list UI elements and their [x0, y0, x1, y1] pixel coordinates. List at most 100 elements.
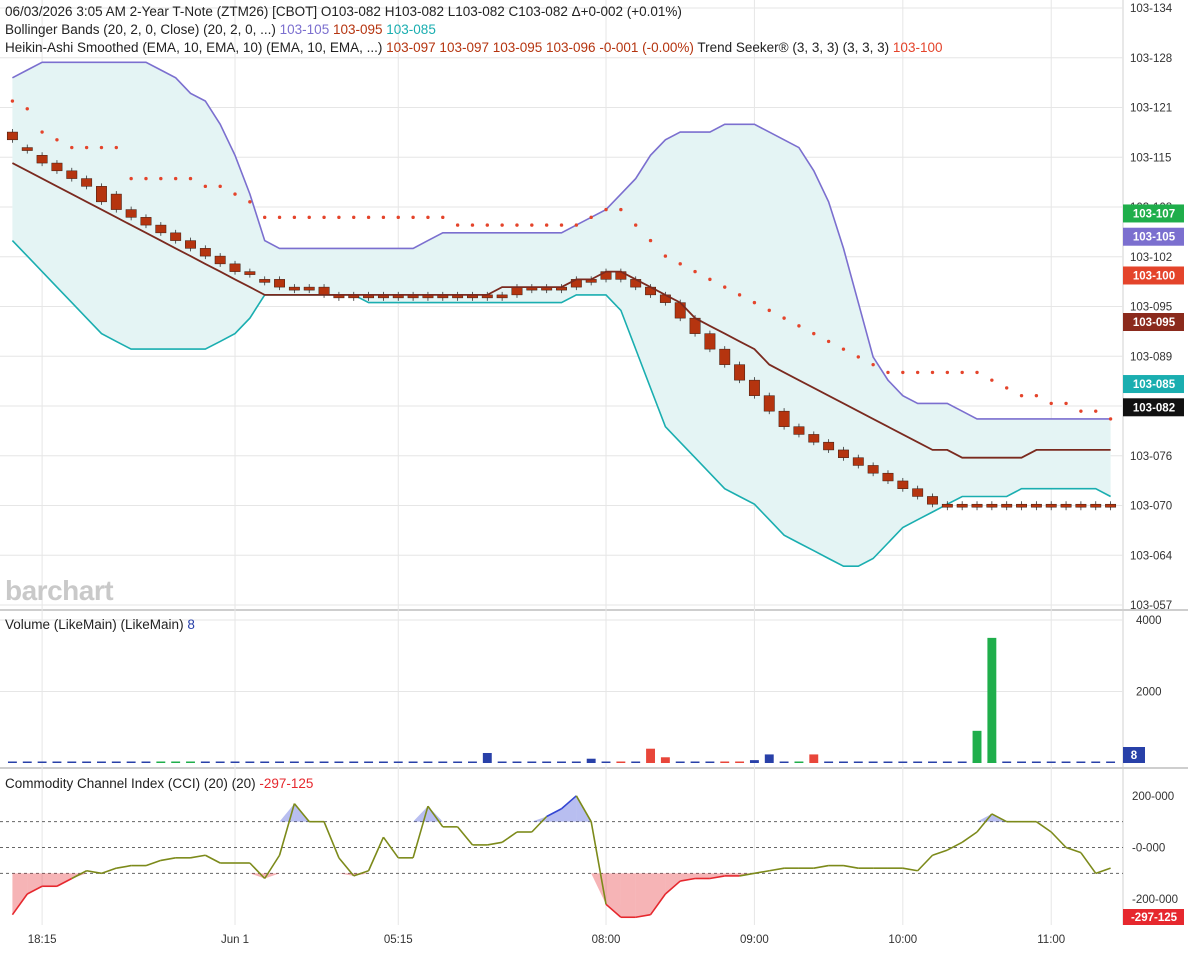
volume-bar: [853, 761, 863, 763]
trend-seeker-dot: [841, 347, 846, 351]
volume-bar: [245, 761, 255, 763]
cci-label: Commodity Channel Index (CCI) (20) (20): [5, 776, 256, 791]
trend-seeker-dot: [248, 200, 252, 204]
barchart-watermark: barchart: [5, 575, 114, 606]
volume-bar: [690, 761, 700, 763]
heikin-ashi-candle: [1090, 503, 1102, 508]
volume-bar: [1061, 761, 1071, 763]
price-badge-label: 103-105: [1133, 232, 1176, 244]
heikin-ashi-candle: [125, 209, 137, 218]
volume-bar: [364, 761, 374, 763]
cci-segment: [1035, 821, 1052, 833]
trend-seeker-dot: [960, 370, 964, 375]
trend-seeker-dot: [173, 176, 178, 181]
heikin-ashi-candle: [36, 155, 48, 164]
heikin-ashi-candle: [140, 217, 152, 226]
trend-seeker-dot: [337, 215, 341, 220]
trend-seeker-dot: [129, 176, 133, 181]
trend-seeker-dot: [693, 269, 697, 274]
volume-bar: [82, 761, 92, 763]
trend-seeker-dot: [25, 107, 29, 111]
volume-bar: [200, 761, 210, 763]
volume-bar: [171, 761, 181, 763]
trend-seeker-dot: [826, 339, 831, 344]
heikin-ashi-candle: [927, 496, 938, 505]
volume-bar: [928, 761, 937, 763]
volume-bar: [957, 761, 967, 763]
price-badge-label: 103-095: [1133, 317, 1176, 329]
volume-bar: [453, 761, 463, 763]
trend-seeker-dot: [426, 215, 430, 220]
volume-bar: [111, 761, 121, 763]
price-tick-label: 103-134: [1130, 3, 1173, 15]
cci-segment: [1050, 831, 1067, 849]
volume-bar: [289, 761, 299, 763]
cci-segment: [367, 836, 385, 872]
cci-segment: [116, 864, 132, 869]
trend-seeker-dot: [752, 300, 757, 305]
volume-bar: [942, 761, 952, 763]
trend-seeker-dot: [411, 215, 415, 220]
heikin-ashi-candle: [852, 457, 864, 466]
price-badge-label: 103-107: [1133, 208, 1175, 220]
heikin-ashi-candle: [1075, 503, 1087, 508]
cci-segment: [1065, 846, 1082, 854]
trend-seeker-dot: [188, 176, 193, 181]
volume-bar: [1002, 761, 1012, 763]
trend-seeker-dot: [203, 184, 208, 189]
volume-bar: [52, 761, 62, 763]
trend-seeker-dot: [990, 378, 994, 382]
trend-seeker-dot: [1094, 409, 1098, 413]
volume-bar: [1076, 761, 1086, 763]
trend-seeker-dot: [515, 223, 519, 227]
heikin-ashi-candle: [1001, 503, 1013, 508]
volume-tick-label: 4000: [1136, 615, 1162, 627]
heikin-ashi-candle: [867, 465, 879, 474]
heikin-ashi-candle: [941, 503, 953, 508]
cci-fill: [12, 873, 28, 915]
heikin-ashi-candle: [110, 193, 122, 210]
trend-seeker-dot: [723, 285, 727, 289]
trend-seeker-dot: [352, 215, 356, 220]
header-ohlc: 06/03/2026 3:05 AM 2-Year T-Note (ZTM26)…: [5, 3, 682, 20]
volume-spike-bar: [972, 730, 982, 763]
cci-segment: [190, 854, 206, 859]
volume-bar: [675, 761, 685, 763]
volume-bar: [601, 761, 611, 763]
cci-segment: [457, 826, 474, 846]
heikin-ashi-candle: [808, 434, 820, 443]
heikin-ashi-candle: [1060, 503, 1072, 508]
volume-bar: [7, 761, 17, 763]
volume-badge-label: 8: [1131, 750, 1138, 762]
time-tick-label: 10:00: [888, 934, 917, 946]
volume-bar: [304, 761, 314, 763]
volume-bar: [557, 761, 566, 763]
trend-seeker-dot: [767, 308, 771, 313]
price-tick-label: 103-076: [1130, 451, 1172, 463]
volume-value: 8: [187, 617, 195, 632]
cci-line: [11, 795, 1111, 919]
heikin-ashi-candle: [21, 147, 33, 151]
trend-seeker-dot: [945, 370, 950, 375]
price-axis: 103-134103-128103-121103-115103-108103-1…: [1130, 3, 1178, 906]
heikin-ashi-candle: [838, 449, 849, 458]
trend-seeker-dot: [144, 176, 148, 181]
volume-bar: [215, 761, 225, 763]
cci-segment: [160, 857, 176, 862]
volume-bar: [1017, 761, 1026, 763]
cci-segment: [531, 815, 548, 833]
cci-segment: [813, 864, 829, 869]
heikin-ashi-candle: [66, 170, 78, 179]
volume-bars: [7, 637, 1116, 763]
heikin-ashi-candle: [318, 286, 330, 296]
cci-tick-label: 200-000: [1132, 791, 1174, 803]
trend-seeker-dot: [292, 215, 297, 220]
volume-bar: [423, 761, 433, 763]
heikin-ashi-candle: [155, 224, 167, 234]
heikin-ashi-candle: [511, 286, 523, 296]
trend-seeker-dot: [381, 215, 386, 220]
time-tick-label: 05:15: [384, 934, 413, 946]
trend-seeker-dot: [55, 138, 59, 142]
trend-seeker-dot: [619, 207, 623, 212]
trend-seeker-dot: [441, 215, 445, 220]
